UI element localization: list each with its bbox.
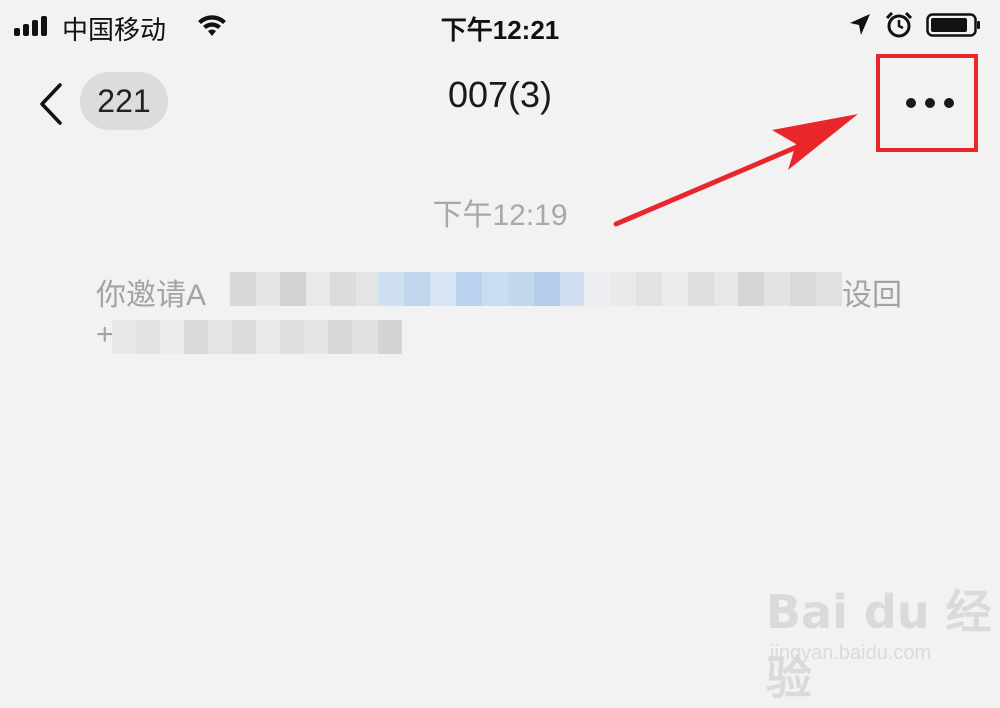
chat-title: 007(3) bbox=[447, 74, 553, 115]
system-message-text: 你邀请A bbox=[96, 279, 207, 312]
watermark-url: jingyan.baidu.com bbox=[770, 642, 932, 664]
system-message: 你邀请A 设回 + bbox=[96, 270, 916, 358]
status-bar: 中国移动 下午12:21 bbox=[0, 0, 1000, 52]
alarm-clock-icon bbox=[885, 11, 913, 38]
location-arrow-icon bbox=[850, 14, 870, 35]
redacted-mosaic bbox=[230, 272, 842, 306]
more-options-button[interactable] bbox=[876, 54, 982, 154]
battery-icon bbox=[926, 13, 980, 37]
system-message-text-end: 设回 bbox=[842, 279, 902, 312]
system-message-line: + bbox=[96, 318, 916, 358]
redacted-mosaic bbox=[112, 320, 402, 354]
watermark: Bai du 经验 jingyan.baidu.com bbox=[766, 576, 996, 705]
more-dots-icon bbox=[906, 98, 954, 108]
system-message-line: 你邀请A 设回 bbox=[96, 270, 916, 312]
message-timestamp: 下午12:19 bbox=[432, 199, 568, 232]
system-message-text: + bbox=[96, 318, 114, 351]
